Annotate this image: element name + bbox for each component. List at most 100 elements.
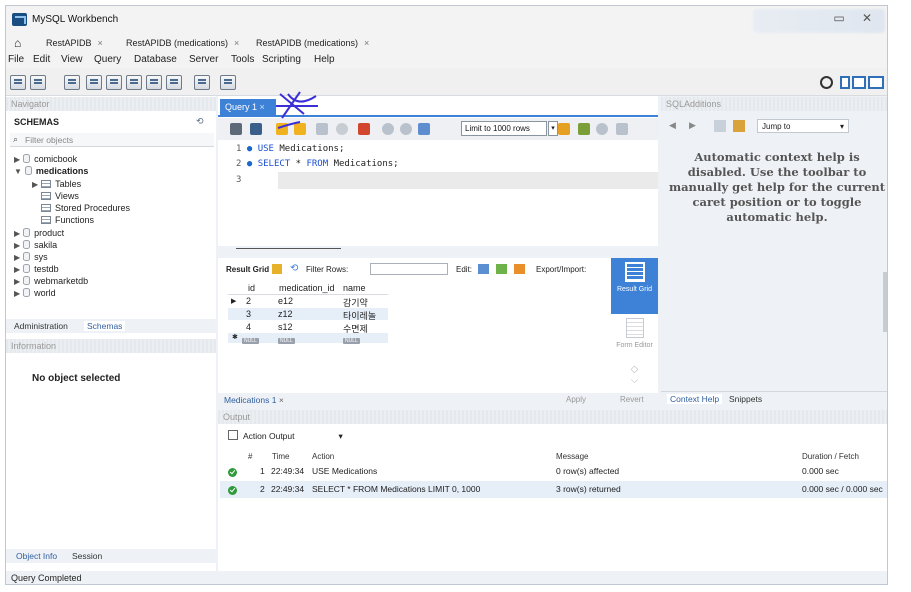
menu-scripting[interactable]: Scripting <box>262 54 301 65</box>
inspector-icon[interactable] <box>64 75 80 90</box>
close-tab-icon[interactable]: × <box>364 38 369 48</box>
tree-views[interactable]: Views <box>41 191 79 201</box>
col-header[interactable]: medication_id <box>279 283 335 293</box>
add-row-icon[interactable] <box>496 264 507 274</box>
menu-query[interactable]: Query <box>94 54 121 65</box>
menu-database[interactable]: Database <box>134 54 177 65</box>
cell-id[interactable]: 2 <box>246 296 251 306</box>
open-sql-script-icon[interactable] <box>30 75 46 90</box>
open-file-icon[interactable] <box>230 123 242 135</box>
tab-schemas[interactable]: Schemas <box>84 321 126 331</box>
table-row[interactable]: 3 z12 타이레놀 <box>228 308 388 321</box>
auto-help-icon[interactable] <box>733 120 745 132</box>
create-function-icon[interactable] <box>166 75 182 90</box>
table-row[interactable]: 4 s12 수면제 <box>228 321 388 334</box>
minimize-icon[interactable]: ▭ <box>828 11 850 25</box>
menu-tools[interactable]: Tools <box>231 54 254 65</box>
tree-functions[interactable]: Functions <box>41 215 94 225</box>
search-table-data-icon[interactable] <box>194 75 210 90</box>
create-procedure-icon[interactable] <box>146 75 162 90</box>
cell-id[interactable]: 4 <box>246 322 251 332</box>
create-table-icon[interactable] <box>106 75 122 90</box>
menu-server[interactable]: Server <box>189 54 218 65</box>
menu-file[interactable]: File <box>8 54 24 65</box>
cell-name[interactable]: NULL <box>343 334 360 344</box>
editor-splitter[interactable] <box>236 248 341 249</box>
cell-medication-id[interactable]: z12 <box>278 309 293 319</box>
rollback-icon[interactable] <box>400 123 412 135</box>
limit-rows-select[interactable]: Limit to 1000 rows <box>461 121 547 136</box>
edit-row-icon[interactable] <box>478 264 489 274</box>
table-row-new[interactable]: ✱ NULL NULL NULL <box>228 333 388 344</box>
stop-icon[interactable] <box>336 123 348 135</box>
conn-tab-1[interactable]: RestAPIDB × <box>46 38 103 48</box>
jump-to-select[interactable]: Jump to ▾ <box>757 119 849 133</box>
copy-output-icon[interactable] <box>228 430 238 440</box>
preferences-icon[interactable] <box>820 76 833 89</box>
schema-world[interactable]: ▶ world <box>14 288 56 298</box>
cell-medication-id[interactable]: s12 <box>278 322 293 332</box>
tab-administration[interactable]: Administration <box>14 321 68 331</box>
refresh-result-icon[interactable]: ⟲ <box>290 263 298 274</box>
col-header[interactable]: name <box>343 283 366 293</box>
schema-sakila[interactable]: ▶ sakila <box>14 240 57 250</box>
revert-button[interactable]: Revert <box>620 395 644 404</box>
toggle-error-icon[interactable] <box>358 123 370 135</box>
filter-input[interactable]: Filter objects <box>25 135 73 145</box>
create-schema-icon[interactable] <box>86 75 102 90</box>
tab-context-help[interactable]: Context Help <box>667 394 723 404</box>
toggle-output-icon[interactable] <box>852 76 866 89</box>
chevron-down-icon[interactable]: ▾ <box>548 121 558 136</box>
sql-line-3[interactable]: 3 <box>236 175 241 185</box>
tab-object-info[interactable]: Object Info <box>16 551 57 561</box>
refresh-icon[interactable]: ⟲ <box>196 116 204 127</box>
filter-rows-input[interactable] <box>370 263 448 275</box>
menu-help[interactable]: Help <box>314 54 335 65</box>
action-output-select[interactable]: Action Output ▾ <box>243 431 343 442</box>
home-icon[interactable]: ⌂ <box>14 36 21 50</box>
close-query-tab-icon[interactable]: × <box>260 102 265 112</box>
tree-tables[interactable]: ▶ Tables <box>32 179 81 189</box>
scroll-side-arrows[interactable]: ◇ ⌵ <box>611 364 658 388</box>
commit-icon[interactable] <box>382 123 394 135</box>
delete-row-icon[interactable] <box>514 264 525 274</box>
tab-snippets[interactable]: Snippets <box>729 394 762 404</box>
apply-button[interactable]: Apply <box>566 395 586 404</box>
conn-tab-2[interactable]: RestAPIDB (medications) × <box>126 38 239 48</box>
sql-line-1[interactable]: 1 ● USE Medications; <box>236 144 344 154</box>
manual-help-icon[interactable] <box>714 120 726 132</box>
find-icon[interactable] <box>596 123 608 135</box>
conn-tab-3[interactable]: RestAPIDB (medications) × <box>256 38 369 48</box>
autocommit-icon[interactable] <box>418 123 430 135</box>
schema-sys[interactable]: ▶ sys <box>14 252 48 262</box>
cell-id[interactable]: 3 <box>246 309 251 319</box>
col-header[interactable]: id <box>248 283 255 293</box>
save-icon[interactable] <box>250 123 262 135</box>
bookmark-icon[interactable] <box>558 123 570 135</box>
cell-id[interactable]: NULL <box>242 334 259 344</box>
tree-stored-procedures[interactable]: Stored Procedures <box>41 203 130 213</box>
form-editor-side-button[interactable]: Form Editor <box>611 316 658 360</box>
sql-line-2[interactable]: 2 ● SELECT * FROM Medications; <box>236 159 399 169</box>
filter-box[interactable]: ⌕ Filter objects <box>10 133 214 147</box>
result-grid-side-button[interactable]: Result Grid <box>611 258 658 314</box>
output-row[interactable]: 1 22:49:34 USE Medications 0 row(s) affe… <box>220 463 887 480</box>
schema-testdb[interactable]: ▶ testdb <box>14 264 59 274</box>
close-window-icon[interactable]: ✕ <box>856 11 878 25</box>
close-tab-icon[interactable]: × <box>234 38 239 48</box>
schema-comicbook[interactable]: ▶ comicbook <box>14 154 77 164</box>
schema-webmarketdb[interactable]: ▶ webmarketdb <box>14 276 88 286</box>
reconnect-icon[interactable] <box>220 75 236 90</box>
grid-view-icon[interactable] <box>272 264 282 274</box>
toggle-additions-icon[interactable] <box>868 76 884 89</box>
new-sql-tab-icon[interactable] <box>10 75 26 90</box>
back-icon[interactable]: ◀ <box>669 120 676 131</box>
toggle-sidebar-icon[interactable] <box>840 76 850 89</box>
close-tab-icon[interactable]: × <box>98 38 103 48</box>
menu-view[interactable]: View <box>61 54 83 65</box>
cell-medication-id[interactable]: NULL <box>278 334 295 344</box>
invisible-chars-icon[interactable] <box>616 123 628 135</box>
menu-edit[interactable]: Edit <box>33 54 50 65</box>
schema-product[interactable]: ▶ product <box>14 228 64 238</box>
output-row[interactable]: 2 22:49:34 SELECT * FROM Medications LIM… <box>220 481 887 498</box>
